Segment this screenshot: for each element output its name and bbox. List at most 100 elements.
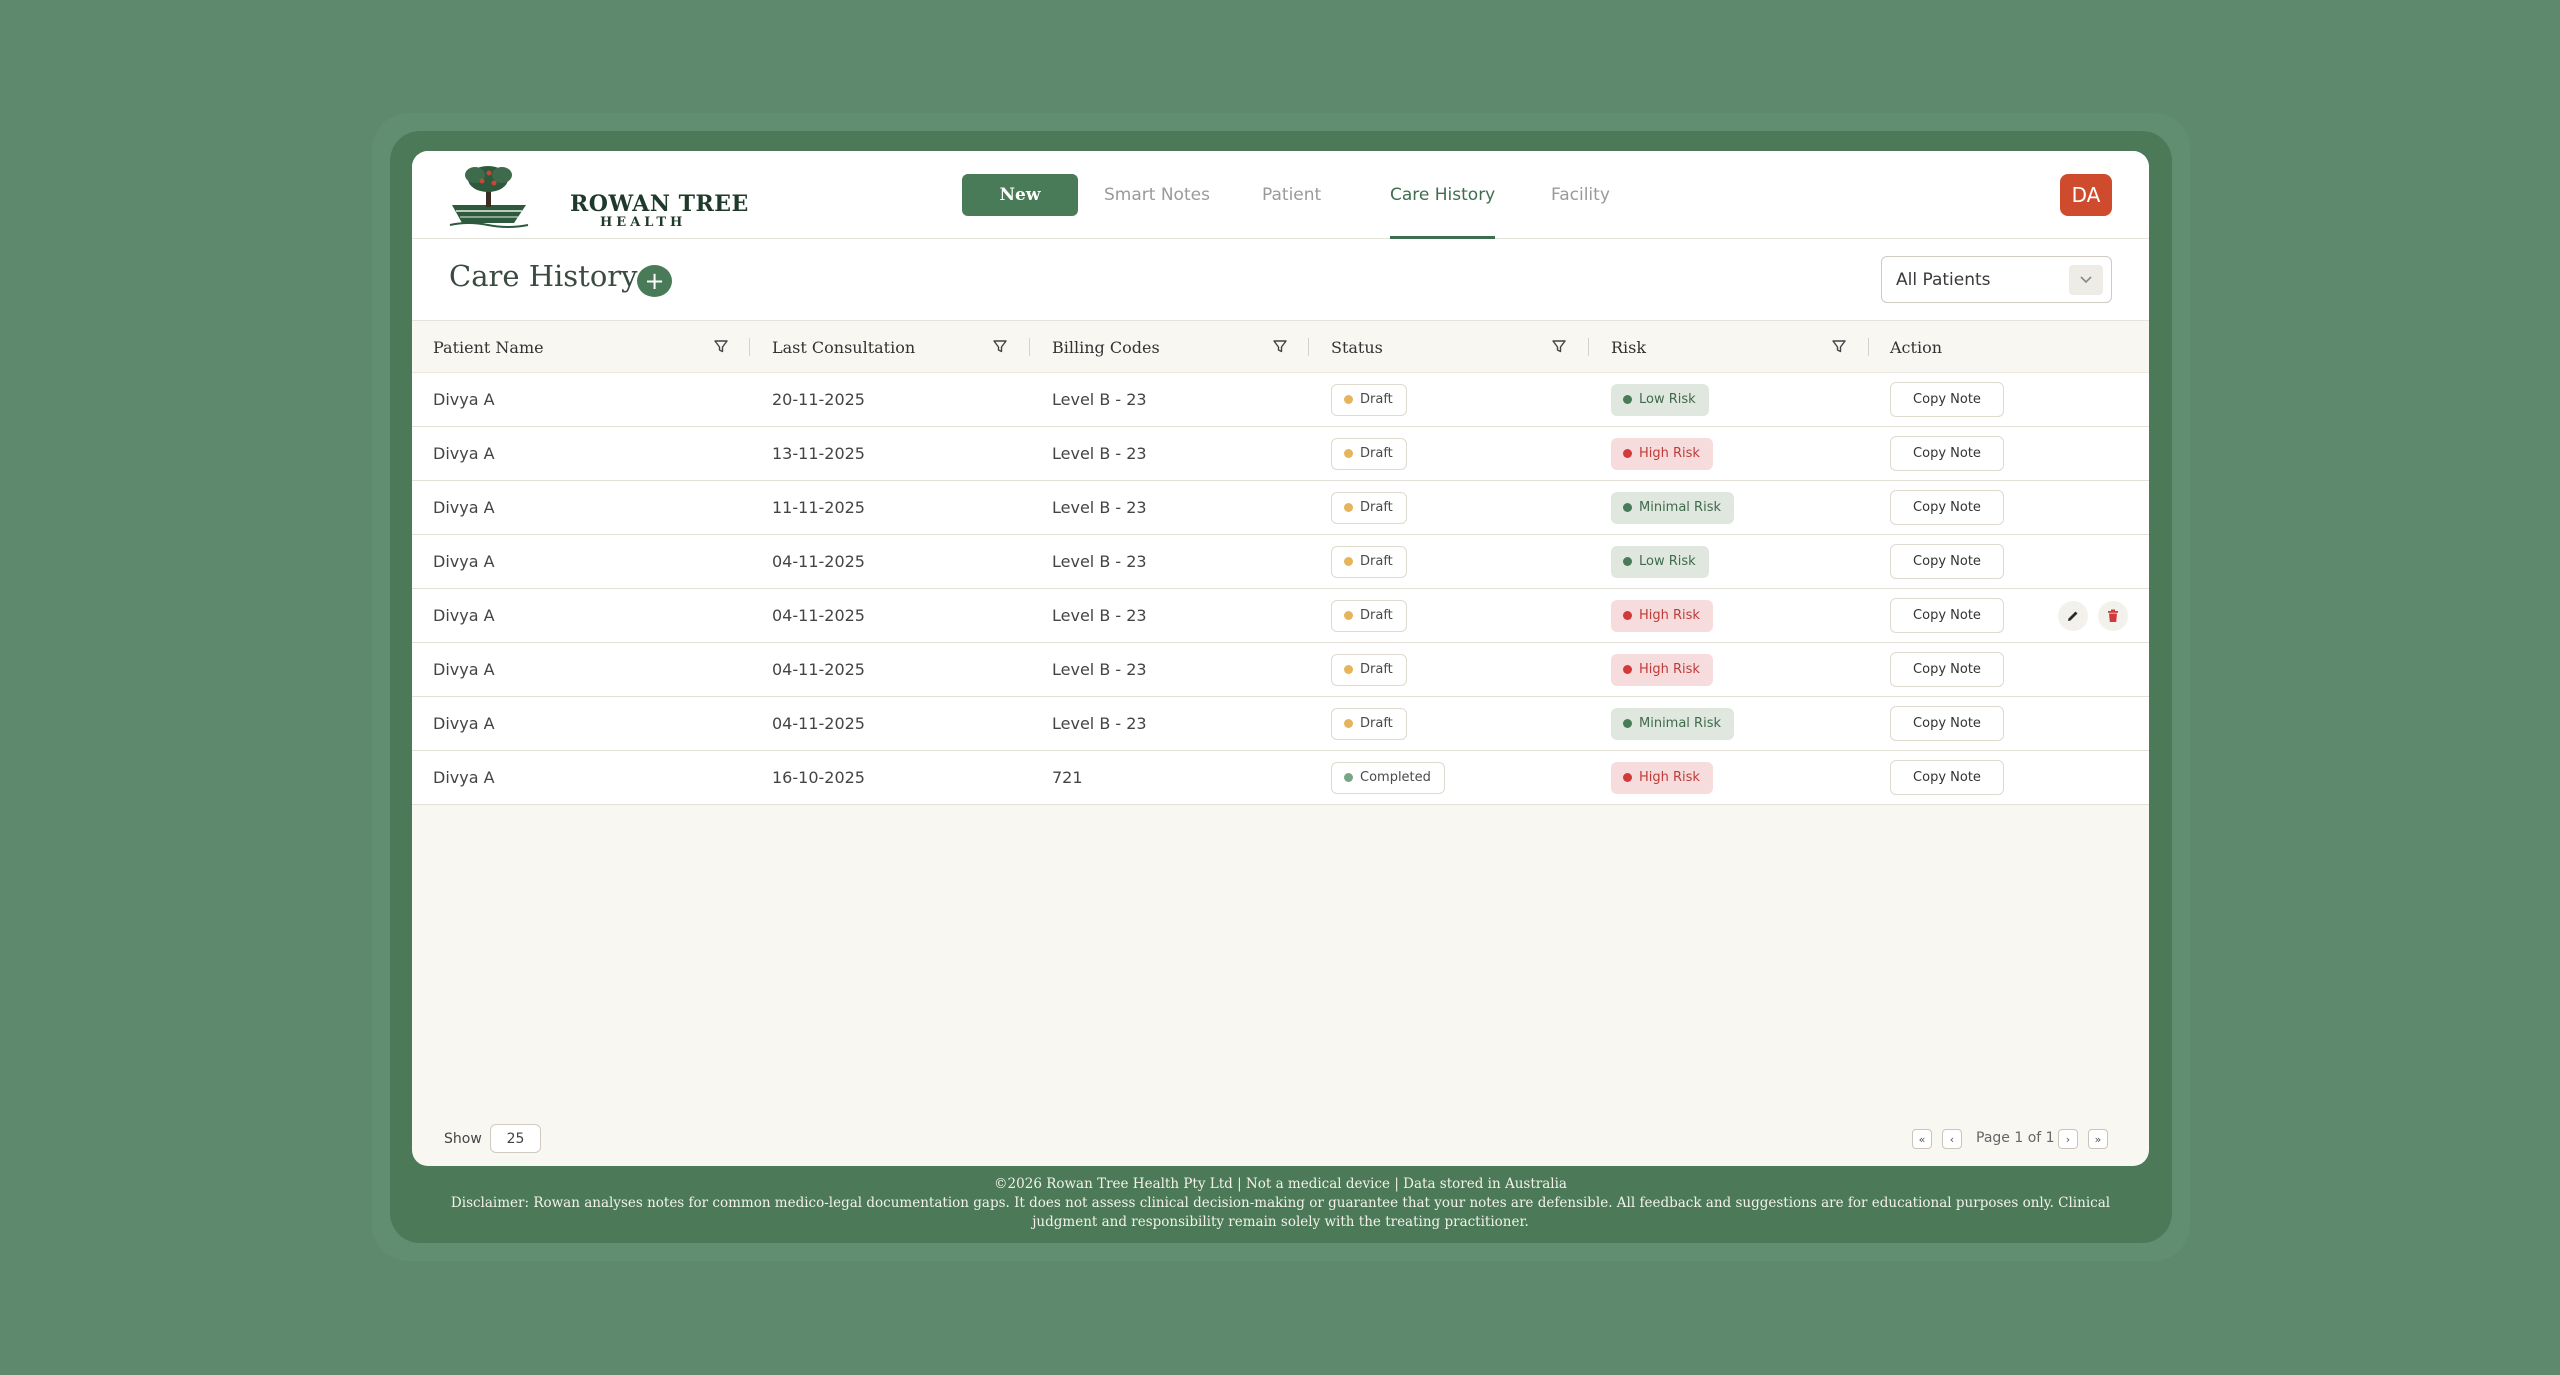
app-card: ROWAN TREE HEALTH New Smart Notes Patien…	[412, 151, 2149, 1166]
risk-cell: High Risk	[1611, 589, 1713, 642]
column-divider	[1308, 338, 1309, 356]
risk-dot-icon	[1623, 503, 1632, 512]
action-cell: Copy Note	[1890, 697, 2004, 750]
last-consultation-cell: 04-11-2025	[772, 660, 865, 679]
tab-patient[interactable]: Patient	[1262, 174, 1321, 216]
status-cell: Draft	[1331, 697, 1407, 750]
status-badge: Draft	[1331, 383, 1407, 416]
previous-page-button[interactable]: ‹	[1942, 1129, 1962, 1149]
last-consultation-cell: 13-11-2025	[772, 444, 865, 463]
patient-filter-dropdown[interactable]: All Patients	[1881, 256, 2112, 303]
risk-cell: High Risk	[1611, 427, 1713, 480]
column-header-patient-name[interactable]: Patient Name	[433, 321, 544, 373]
status-dot-icon	[1344, 557, 1353, 566]
status-cell: Draft	[1331, 373, 1407, 426]
legal-footer: ©2026 Rowan Tree Health Pty Ltd | Not a …	[412, 1175, 2149, 1232]
risk-badge: High Risk	[1611, 761, 1713, 794]
table-row[interactable]: Divya A 11-11-2025 Level B - 23 Draft Minima…	[412, 481, 2149, 535]
add-note-button[interactable]: +	[637, 265, 672, 297]
risk-cell: Low Risk	[1611, 535, 1709, 588]
copy-note-button[interactable]: Copy Note	[1890, 382, 2004, 417]
status-cell: Draft	[1331, 427, 1407, 480]
table-row[interactable]: Divya A 04-11-2025 Level B - 23 Draft High R…	[412, 643, 2149, 697]
table-row[interactable]: Divya A 04-11-2025 Level B - 23 Draft Minima…	[412, 697, 2149, 751]
page-size-input[interactable]: 25	[490, 1124, 541, 1153]
status-cell: Draft	[1331, 481, 1407, 534]
filter-icon[interactable]	[1273, 339, 1287, 353]
chevron-right-icon: ›	[2065, 1132, 2071, 1146]
copy-note-button[interactable]: Copy Note	[1890, 544, 2004, 579]
risk-label: Low Risk	[1639, 392, 1696, 407]
risk-cell: Minimal Risk	[1611, 697, 1734, 750]
status-label: Draft	[1360, 500, 1393, 515]
risk-badge: Low Risk	[1611, 545, 1709, 578]
status-cell: Completed	[1331, 751, 1445, 804]
copy-note-button[interactable]: Copy Note	[1890, 436, 2004, 471]
status-badge: Completed	[1331, 761, 1445, 794]
risk-badge: High Risk	[1611, 437, 1713, 470]
table-row[interactable]: Divya A 20-11-2025 Level B - 23 Draft Low Ri…	[412, 373, 2149, 427]
table-row[interactable]: Divya A 04-11-2025 Level B - 23 Draft High R…	[412, 589, 2149, 643]
patient-name-cell: Divya A	[433, 444, 495, 463]
last-consultation-cell: 04-11-2025	[772, 606, 865, 625]
next-page-button[interactable]: ›	[2058, 1129, 2078, 1149]
risk-dot-icon	[1623, 773, 1632, 782]
status-label: Completed	[1360, 770, 1431, 785]
table-row[interactable]: Divya A 04-11-2025 Level B - 23 Draft Low Ri…	[412, 535, 2149, 589]
patient-name-cell: Divya A	[433, 768, 495, 787]
risk-label: Minimal Risk	[1639, 500, 1721, 515]
column-header-last-consultation[interactable]: Last Consultation	[772, 321, 915, 373]
double-chevron-right-icon: »	[2094, 1132, 2102, 1146]
page-header: Care History + All Patients	[412, 239, 2149, 321]
status-badge: Draft	[1331, 545, 1407, 578]
first-page-button[interactable]: «	[1912, 1129, 1932, 1149]
tab-smart-notes[interactable]: Smart Notes	[1104, 174, 1210, 216]
tab-care-history[interactable]: Care History	[1390, 174, 1496, 239]
status-cell: Draft	[1331, 643, 1407, 696]
action-cell: Copy Note	[1890, 535, 2004, 588]
status-dot-icon	[1344, 611, 1353, 620]
billing-code-cell: Level B - 23	[1052, 444, 1147, 463]
action-cell: Copy Note	[1890, 751, 2004, 804]
page-title: Care History	[449, 259, 638, 293]
last-consultation-cell: 04-11-2025	[772, 552, 865, 571]
column-header-status[interactable]: Status	[1331, 321, 1383, 373]
copy-note-button[interactable]: Copy Note	[1890, 598, 2004, 633]
status-label: Draft	[1360, 554, 1393, 569]
risk-cell: High Risk	[1611, 643, 1713, 696]
column-header-billing-codes[interactable]: Billing Codes	[1052, 321, 1160, 373]
copy-note-button[interactable]: Copy Note	[1890, 706, 2004, 741]
table-body: Divya A 20-11-2025 Level B - 23 Draft Low Ri…	[412, 373, 2149, 805]
last-consultation-cell: 16-10-2025	[772, 768, 865, 787]
page-indicator: Page 1 of 1	[1976, 1130, 2055, 1146]
user-avatar[interactable]: DA	[2060, 174, 2112, 216]
billing-code-cell: Level B - 23	[1052, 714, 1147, 733]
copy-note-button[interactable]: Copy Note	[1890, 652, 2004, 687]
status-dot-icon	[1344, 449, 1353, 458]
status-badge: Draft	[1331, 491, 1407, 524]
brand-subtitle: HEALTH	[600, 215, 687, 230]
edit-icon[interactable]	[2058, 601, 2088, 631]
filter-icon[interactable]	[993, 339, 1007, 353]
new-button[interactable]: New	[962, 174, 1078, 216]
status-dot-icon	[1344, 503, 1353, 512]
copy-note-button[interactable]: Copy Note	[1890, 760, 2004, 795]
filter-icon[interactable]	[714, 339, 728, 353]
last-page-button[interactable]: »	[2088, 1129, 2108, 1149]
filter-icon[interactable]	[1552, 339, 1566, 353]
copy-note-button[interactable]: Copy Note	[1890, 490, 2004, 525]
table-row[interactable]: Divya A 13-11-2025 Level B - 23 Draft High R…	[412, 427, 2149, 481]
tab-facility[interactable]: Facility	[1551, 174, 1610, 216]
status-label: Draft	[1360, 392, 1393, 407]
risk-label: High Risk	[1639, 770, 1700, 785]
filter-icon[interactable]	[1832, 339, 1846, 353]
risk-badge: High Risk	[1611, 653, 1713, 686]
last-consultation-cell: 20-11-2025	[772, 390, 865, 409]
table-row[interactable]: Divya A 16-10-2025 721 Completed High Risk Co…	[412, 751, 2149, 805]
status-badge: Draft	[1331, 653, 1407, 686]
delete-icon[interactable]	[2098, 601, 2128, 631]
risk-dot-icon	[1623, 449, 1632, 458]
brand-logo[interactable]: ROWAN TREE HEALTH	[448, 161, 748, 230]
page-size-label: Show	[444, 1131, 482, 1147]
column-header-risk[interactable]: Risk	[1611, 321, 1646, 373]
